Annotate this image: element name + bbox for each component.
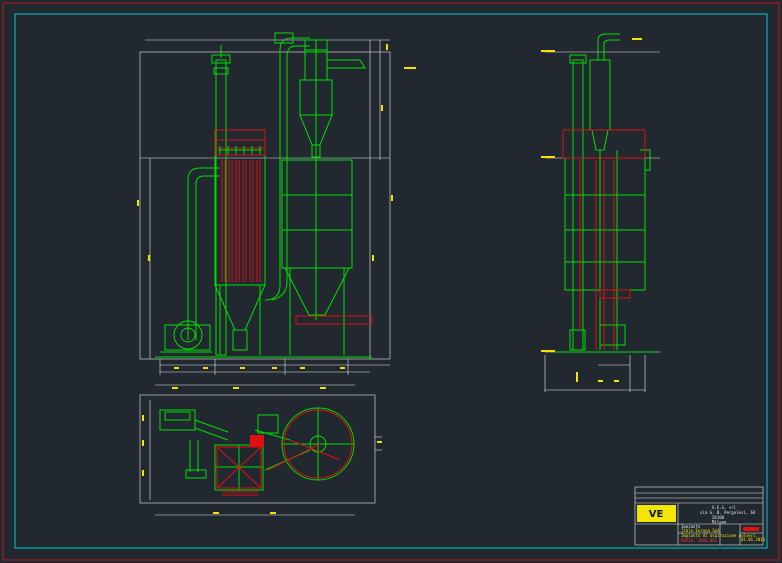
plan-filter-housing bbox=[216, 409, 353, 496]
side-elevation bbox=[541, 33, 660, 392]
silo bbox=[281, 159, 353, 355]
transfer-pipe bbox=[264, 32, 310, 301]
company-address: via G. B. Pergolesi, 64 bbox=[700, 510, 756, 515]
front-elevation bbox=[137, 32, 416, 375]
plan-motor bbox=[250, 435, 264, 447]
inner-border bbox=[14, 13, 768, 549]
front-dimension-text bbox=[137, 44, 416, 369]
cad-drawing-canvas: VE V.E.G. srl via G. B. Pergolesi, 64 20… bbox=[0, 0, 782, 563]
title-block: VE V.E.G. srl via G. B. Pergolesi, 64 20… bbox=[634, 486, 766, 546]
company-city: Milano bbox=[712, 520, 727, 525]
side-filter-bags bbox=[562, 129, 646, 350]
drawing-code: ASPIR. 2016.001 bbox=[681, 538, 718, 543]
drawing-date: 01.01.2016 bbox=[741, 537, 766, 542]
company-logo-text: VE bbox=[649, 509, 664, 520]
revision-mark bbox=[743, 527, 759, 531]
screw-conveyor bbox=[295, 315, 373, 325]
drawing-sheet: VE V.E.G. srl via G. B. Pergolesi, 64 20… bbox=[2, 2, 780, 561]
plan-dimension-text bbox=[142, 387, 382, 514]
outer-border bbox=[2, 2, 780, 561]
bag-filter bbox=[214, 129, 266, 355]
side-dimension-text bbox=[541, 38, 642, 382]
side-dimension-lines bbox=[544, 51, 660, 392]
side-structure bbox=[555, 33, 655, 353]
fan-unit bbox=[160, 320, 212, 353]
cyclone bbox=[299, 39, 366, 160]
plan-view bbox=[139, 384, 382, 516]
